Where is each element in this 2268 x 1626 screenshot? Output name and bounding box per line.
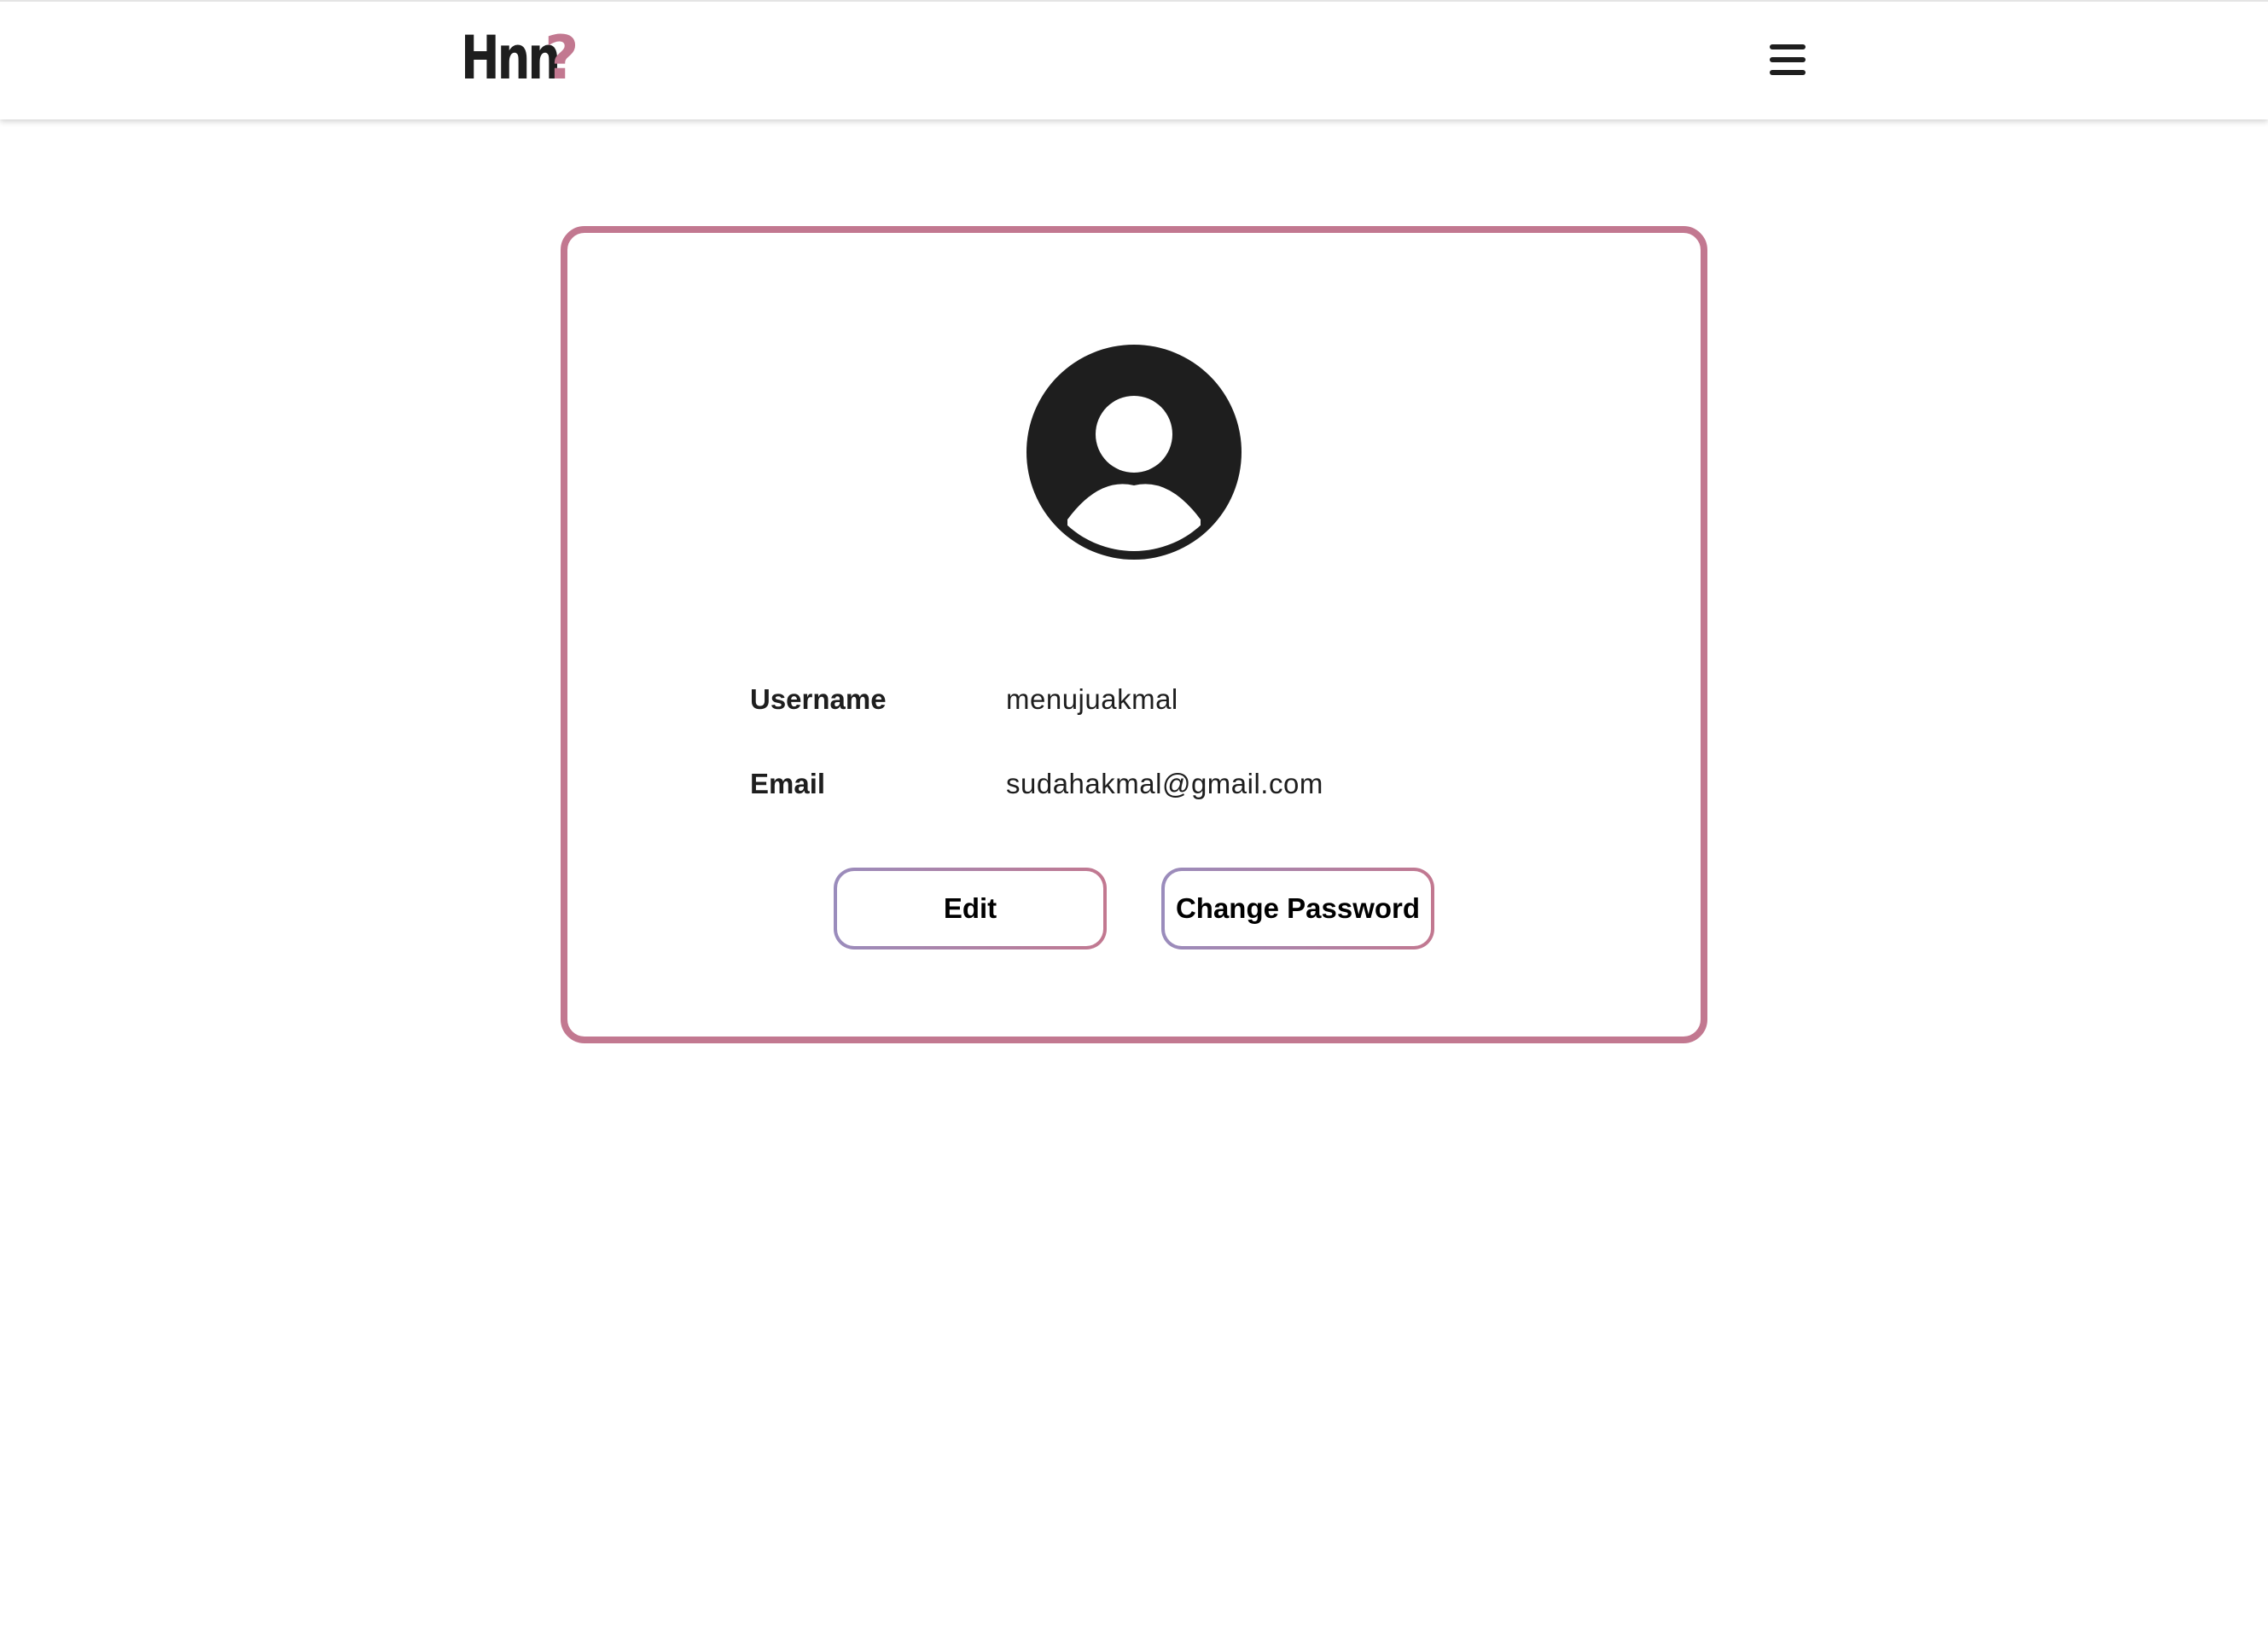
edit-button-label: Edit: [837, 871, 1103, 946]
logo-text: Hnn: [461, 23, 561, 93]
edit-button[interactable]: Edit: [834, 868, 1107, 949]
top-navbar: Hnn?: [0, 0, 2268, 119]
email-label: Email: [750, 768, 826, 799]
profile-page: Hnn? Username menujuakmal Email sudahakm…: [0, 0, 2268, 1626]
change-password-button-label: Change Password: [1165, 871, 1431, 946]
menu-bar-bottom: [1770, 70, 1806, 75]
username-value: menujuakmal: [1006, 683, 1178, 715]
menu-bar-top: [1770, 44, 1806, 49]
menu-bar-middle: [1770, 57, 1806, 62]
username-label: Username: [750, 683, 887, 715]
hamburger-menu-icon[interactable]: [1766, 41, 1809, 78]
email-value: sudahakmal@gmail.com: [1006, 768, 1323, 799]
brand-logo[interactable]: Hnn?: [461, 24, 585, 92]
user-avatar-icon: [1026, 345, 1242, 560]
change-password-button[interactable]: Change Password: [1161, 868, 1434, 949]
logo-question-mark: ?: [544, 23, 579, 93]
